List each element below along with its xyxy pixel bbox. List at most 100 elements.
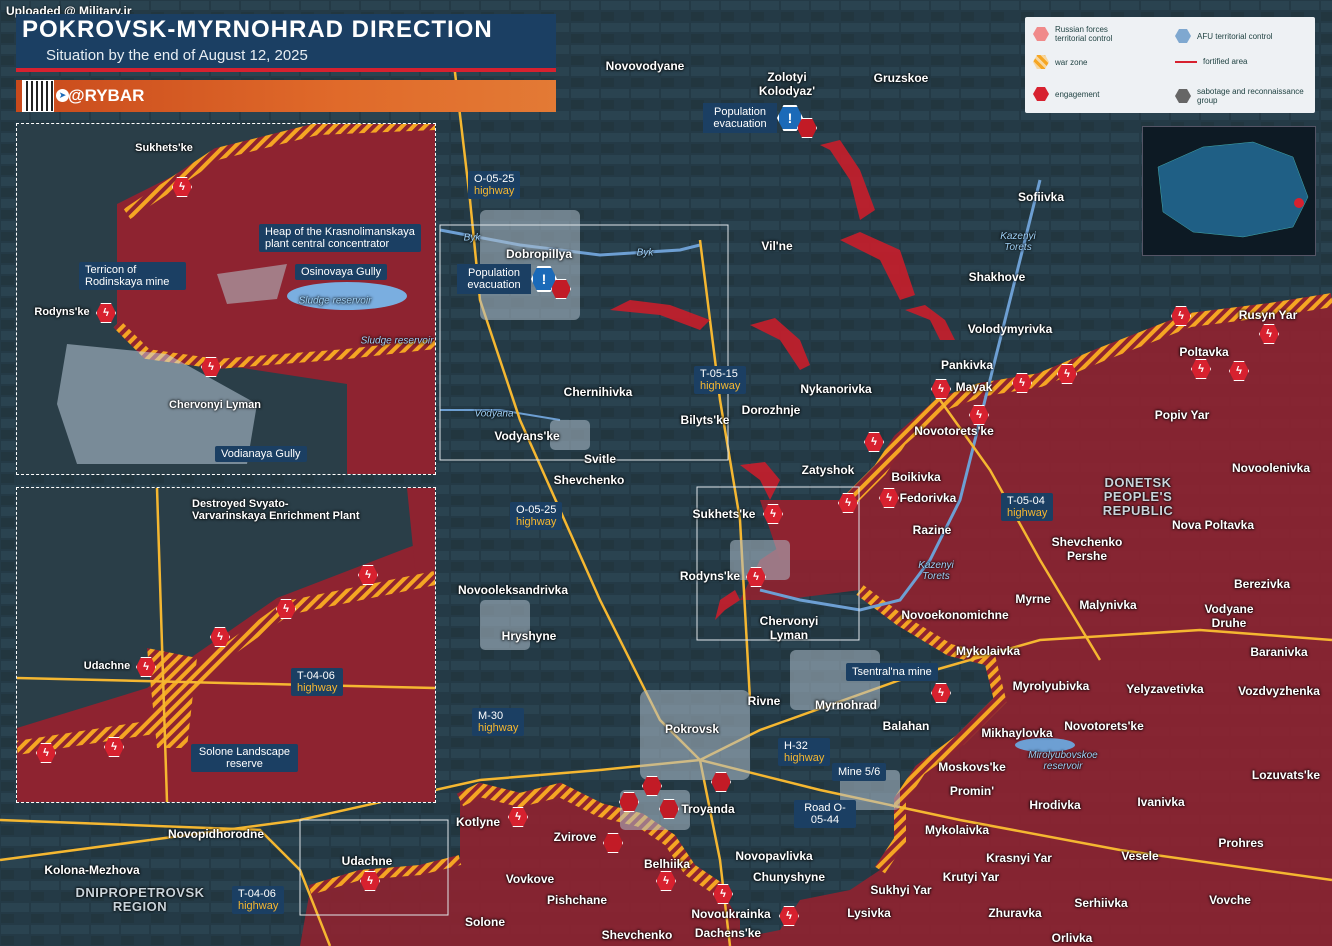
highway-code: Road O-05-44 bbox=[804, 802, 846, 826]
legend-fortified-text: fortified area bbox=[1203, 57, 1248, 66]
inset-rodynske: Sukhets'ke Heap of the Krasnolimanskaya … bbox=[16, 123, 436, 475]
evacuation-callout: Population evacuation ! bbox=[457, 264, 557, 294]
fortified-line-icon bbox=[1175, 60, 1197, 63]
inset1-sludge2-label: Sludge reservoir bbox=[360, 335, 434, 347]
engagement-swatch-icon bbox=[1033, 87, 1049, 101]
evacuation-callout: Population evacuation ! bbox=[703, 103, 803, 133]
settlement-label: Zhuravka bbox=[988, 906, 1042, 920]
settlement-label: Promin' bbox=[949, 784, 995, 798]
highway-code: M-30 bbox=[478, 710, 504, 722]
settlement-label: Lysivka bbox=[847, 906, 891, 920]
inset1-osinovaya-label: Osinovaya Gully bbox=[295, 264, 388, 280]
legend-afu-text: AFU territorial control bbox=[1197, 31, 1273, 41]
legend-sabotage-text: sabotage and reconnaissance group bbox=[1197, 87, 1304, 105]
map-stage: Sukhets'ke Heap of the Krasnolimanskaya … bbox=[0, 0, 1332, 946]
settlement-label: Sukhets'ke bbox=[692, 507, 756, 521]
highway-badge: T-05-04 highway bbox=[1001, 493, 1054, 521]
settlement-label: Ivanivka bbox=[1137, 795, 1185, 809]
settlement-label: Dorozhnje bbox=[741, 403, 801, 417]
map-title: POKROVSK-MYRNOHRAD DIRECTION bbox=[22, 16, 493, 43]
water-label: Vodyana bbox=[474, 408, 514, 420]
inset1-canvas bbox=[57, 124, 435, 474]
afu-swatch-icon bbox=[1175, 29, 1191, 43]
settlement-label: Shevchenko bbox=[601, 928, 673, 942]
mine-callout: Mine 5/6 bbox=[832, 763, 887, 781]
legend-engagement: engagement bbox=[1033, 87, 1099, 101]
settlement-label: Volodymyrivka bbox=[967, 322, 1053, 336]
settlement-label: Zatyshok bbox=[801, 463, 855, 477]
settlement-label: Troyanda bbox=[681, 802, 735, 816]
title-panel: POKROVSK-MYRNOHRAD DIRECTION Situation b… bbox=[16, 14, 556, 72]
settlement-label: Chervonyi Lyman bbox=[759, 614, 819, 642]
settlement-label: Novotorets'ke bbox=[914, 424, 994, 438]
settlement-label: Novopidhorodne bbox=[168, 827, 264, 841]
settlement-label: Myrne bbox=[1015, 592, 1051, 606]
settlement-label: Mikhaylovka bbox=[981, 726, 1053, 740]
inset2-udachne-label: Udachne bbox=[83, 660, 131, 672]
legend-war-zone-text: war zone bbox=[1055, 57, 1088, 67]
settlement-label: Boikivka bbox=[891, 470, 941, 484]
settlement-label: Lozuvats'ke bbox=[1251, 768, 1321, 782]
settlement-label: Shakhove bbox=[968, 270, 1026, 284]
ukraine-locator-minimap bbox=[1142, 126, 1316, 256]
highway-badge: Road O-05-44 bbox=[794, 800, 856, 828]
settlement-label: Shevchenko Pershe bbox=[1051, 535, 1123, 563]
settlement-label: Yelyzavetivka bbox=[1126, 682, 1204, 696]
highway-code: O-05-25 bbox=[474, 173, 515, 185]
settlement-label: Prohres bbox=[1218, 836, 1264, 850]
settlement-label: Shevchenko bbox=[553, 473, 625, 487]
inset1-sukhetske-label: Sukhets'ke bbox=[135, 142, 193, 154]
settlement-label: Udachne bbox=[341, 854, 393, 868]
settlement-label: Popiv Yar bbox=[1154, 408, 1210, 422]
settlement-label: Serhiivka bbox=[1074, 896, 1128, 910]
highway-badge: O-05-25 highway bbox=[468, 171, 521, 199]
settlement-label: Chernihivka bbox=[563, 385, 633, 399]
settlement-label: Baranivka bbox=[1250, 645, 1308, 659]
settlement-label: Novotorets'ke bbox=[1064, 719, 1144, 733]
settlement-label: Novopavlivka bbox=[735, 849, 813, 863]
settlement-label: Mykolaivka bbox=[955, 644, 1021, 658]
highway-code: H-32 bbox=[784, 740, 808, 752]
settlement-label: Orlivka bbox=[1051, 931, 1093, 945]
inset1-rodynske-label: Rodyns'ke bbox=[34, 306, 90, 318]
highway-badge: T-05-15 highway bbox=[694, 366, 747, 394]
settlement-label: Balahan bbox=[882, 719, 930, 733]
settlement-label: Kolona-Mezhova bbox=[44, 863, 140, 877]
settlement-label: Rivne bbox=[747, 694, 781, 708]
brand-bar: ➤ @RYBAR bbox=[16, 80, 556, 112]
settlement-label: Sukhyi Yar bbox=[870, 883, 932, 897]
inset2-solone-label: Solone Landscape reserve bbox=[191, 744, 298, 772]
highway-badge: H-32 highway bbox=[778, 738, 831, 766]
settlement-label: Vovkove bbox=[505, 872, 555, 886]
russian-swatch-icon bbox=[1033, 27, 1049, 41]
highway-code: O-05-25 bbox=[516, 504, 557, 516]
settlement-label: Krasnyi Yar bbox=[986, 851, 1052, 865]
inset2-hw-code: T-04-06 bbox=[297, 670, 335, 682]
settlement-label: Chunyshyne bbox=[752, 870, 826, 884]
minimap-canvas bbox=[1157, 141, 1309, 238]
settlement-label: Pokrovsk bbox=[664, 722, 720, 736]
legend: Russian forces territorial control AFU t… bbox=[1025, 17, 1315, 113]
highway-badge: T-04-06 highway bbox=[232, 886, 285, 914]
war-zone-swatch-icon bbox=[1033, 55, 1049, 69]
settlement-label: Vesele bbox=[1121, 849, 1159, 863]
highway-badge: M-30 highway bbox=[472, 708, 525, 736]
brand-handle[interactable]: @RYBAR bbox=[68, 86, 144, 106]
legend-afu: AFU territorial control bbox=[1175, 29, 1273, 43]
inset2-plant-label: Destroyed Svyato-Varvarinskaya Enrichmen… bbox=[192, 498, 360, 522]
inset1-chervonyi-label: Chervonyi Lyman bbox=[169, 399, 261, 411]
highway-code: T-05-15 bbox=[700, 368, 738, 380]
settlement-label: Dachens'ke bbox=[694, 926, 762, 940]
legend-russian-text: Russian forces territorial control bbox=[1055, 25, 1113, 43]
highway-label: highway bbox=[238, 900, 279, 912]
inset-udachne: Destroyed Svyato-Varvarinskaya Enrichmen… bbox=[16, 487, 436, 803]
settlement-label: Vil'ne bbox=[761, 239, 793, 253]
title-accent-bar bbox=[16, 68, 556, 72]
legend-russian: Russian forces territorial control bbox=[1033, 25, 1125, 43]
map-subtitle: Situation by the end of August 12, 2025 bbox=[46, 47, 308, 64]
settlement-label: Moskovs'ke bbox=[938, 760, 1006, 774]
settlement-label: Nova Poltavka bbox=[1171, 518, 1255, 532]
inset1-heap-label: Heap of the Krasnolimanskaya plant centr… bbox=[259, 224, 421, 252]
settlement-label: Vozdvyzhenka bbox=[1238, 684, 1320, 698]
settlement-label: Novoolenivka bbox=[1231, 461, 1311, 475]
